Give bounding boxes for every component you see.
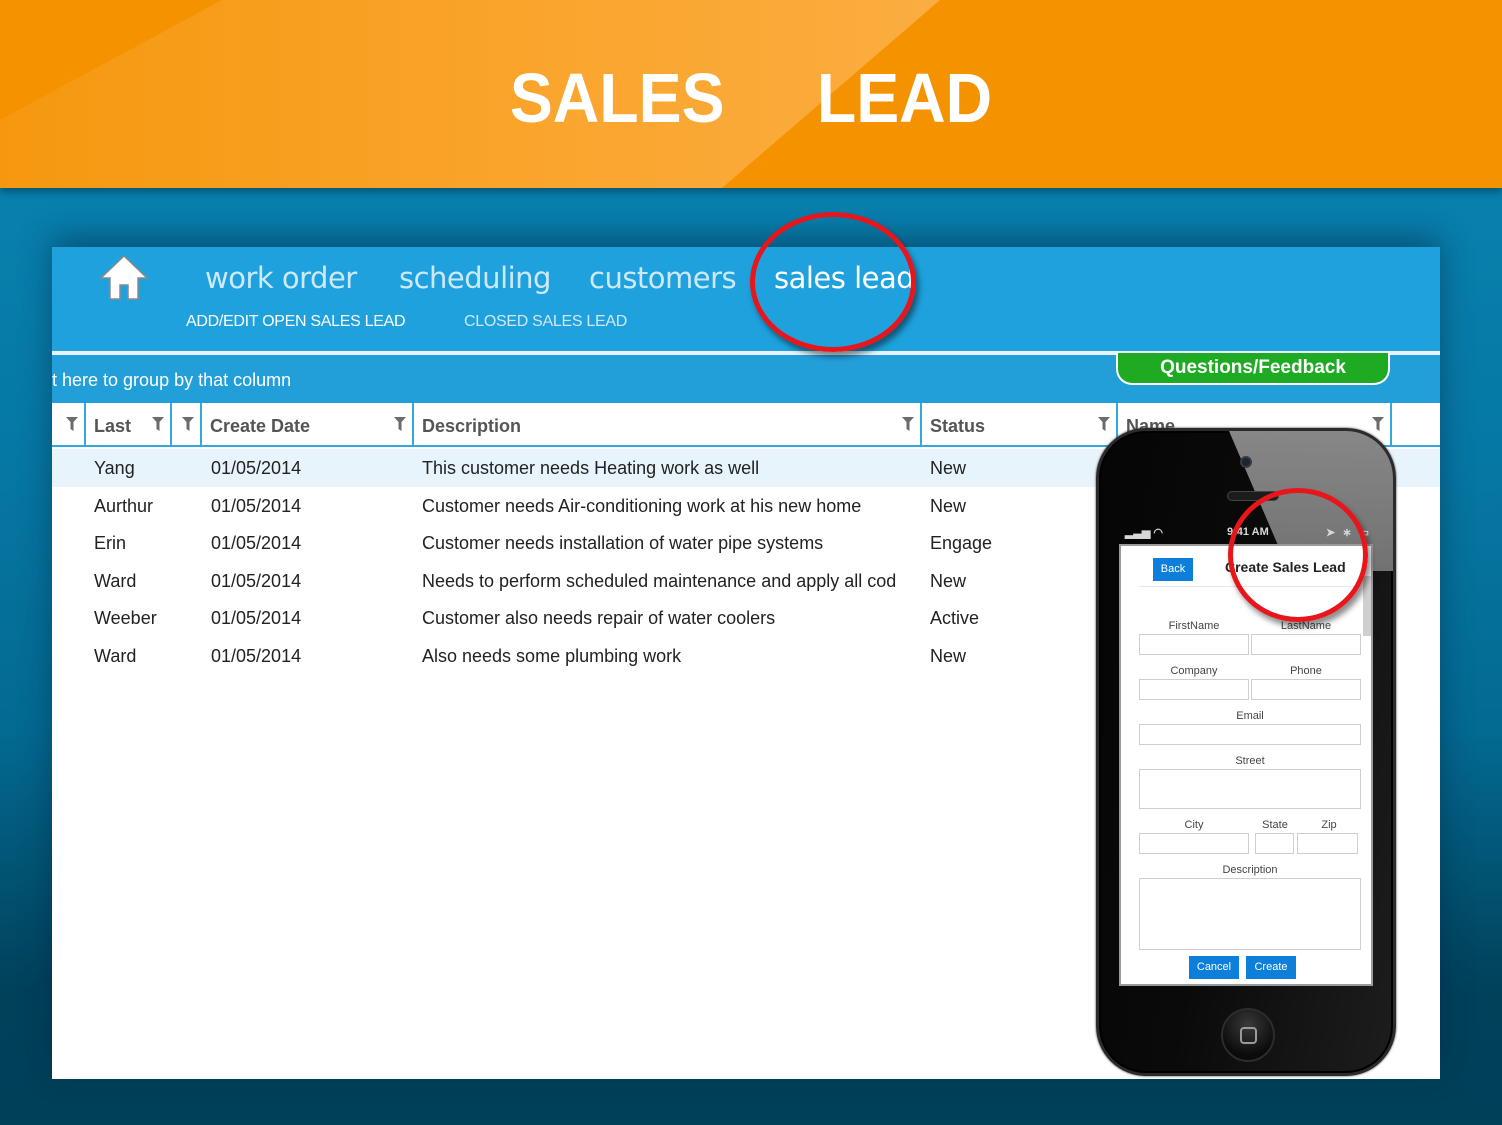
signal-wifi-icon: ▂▃▅ ◠: [1125, 527, 1164, 539]
description-label: Description: [1222, 864, 1278, 876]
cell-last: Erin: [94, 533, 127, 554]
street-label: Street: [1235, 755, 1265, 767]
state-label: State: [1262, 819, 1288, 831]
filter-icon[interactable]: [394, 417, 406, 431]
cell-status: Active: [930, 608, 980, 629]
status-time: 9:41 AM: [1227, 526, 1269, 538]
first-name-field[interactable]: [1139, 634, 1249, 655]
group-by-hint: t here to group by that column: [52, 370, 292, 390]
form-scrollbar[interactable]: [1363, 576, 1371, 636]
email-label: Email: [1236, 710, 1264, 722]
subnav-add-edit-open-sales-lead[interactable]: ADD/EDIT OPEN SALES LEAD: [186, 313, 406, 331]
cell-status: New: [930, 646, 967, 666]
first-name-label: FirstName: [1168, 620, 1220, 632]
cell-create-date: 01/05/2014: [211, 458, 302, 478]
filter-icon[interactable]: [66, 417, 78, 431]
zip-field[interactable]: [1297, 833, 1358, 854]
form-title: Create Sales Lead: [1225, 559, 1346, 575]
cell-last: Weeber: [94, 608, 157, 629]
cell-status: New: [930, 495, 967, 516]
phone-mockup: ▂▃▅ ◠ 9:41 AM ➤ ∗ ▭ Back Create Sales Le…: [1096, 428, 1396, 1076]
filter-icon[interactable]: [182, 417, 194, 431]
filter-icon[interactable]: [152, 417, 164, 431]
cell-last: Ward: [94, 646, 137, 666]
phone-field[interactable]: [1251, 679, 1361, 700]
nav-sales-lead[interactable]: sales lead: [774, 261, 915, 295]
title-banner: SALES LEAD: [0, 0, 1502, 188]
street-field[interactable]: [1139, 769, 1361, 809]
home-button[interactable]: [98, 253, 150, 301]
city-label: City: [1184, 819, 1204, 831]
description-field[interactable]: [1139, 878, 1361, 950]
column-header-description[interactable]: Description: [414, 403, 922, 447]
phone-label: Phone: [1290, 665, 1322, 677]
cell-status: Engage: [930, 533, 993, 554]
city-field[interactable]: [1139, 833, 1249, 854]
form-divider: [1139, 586, 1359, 587]
column-label-last: Last: [94, 416, 132, 436]
cell-description: This customer needs Heating work as well: [422, 458, 760, 478]
nav-scheduling[interactable]: scheduling: [399, 261, 551, 295]
cell-status: New: [930, 458, 967, 478]
column-header-0[interactable]: [52, 403, 86, 447]
back-button[interactable]: Back: [1153, 558, 1193, 581]
cell-description: Customer needs Air-conditioning work at …: [422, 495, 862, 516]
create-sales-lead-form: Back Create Sales Lead FirstName LastNam…: [1119, 544, 1373, 986]
nav-customers[interactable]: customers: [589, 261, 737, 295]
phone-status-bar: ▂▃▅ ◠ 9:41 AM ➤ ∗ ▭: [1119, 523, 1377, 543]
phone-speaker: [1227, 491, 1279, 501]
nav-work-order[interactable]: work order: [205, 261, 357, 295]
column-label-status: Status: [930, 416, 986, 436]
filter-icon[interactable]: [1372, 417, 1384, 431]
last-name-label: LastName: [1280, 620, 1332, 632]
filter-icon[interactable]: [1098, 417, 1110, 431]
column-header-create-date[interactable]: Create Date: [202, 403, 414, 447]
cell-create-date: 01/05/2014: [211, 608, 302, 629]
battery-icon: ➤ ∗ ▭: [1326, 527, 1371, 539]
cell-last: Ward: [94, 570, 137, 591]
column-header-2[interactable]: [172, 403, 202, 447]
cell-status: New: [930, 570, 967, 591]
column-header-status[interactable]: Status: [922, 403, 1118, 447]
cell-description: Customer also needs repair of water cool…: [422, 608, 776, 629]
phone-camera: [1240, 456, 1252, 468]
home-square-icon: [1240, 1027, 1257, 1044]
top-nav: work order scheduling customers sales le…: [52, 247, 1440, 351]
cell-create-date: 01/05/2014: [211, 646, 302, 666]
subnav-closed-sales-lead[interactable]: CLOSED SALES LEAD: [464, 313, 627, 331]
phone-home-button[interactable]: [1221, 1008, 1275, 1062]
cell-create-date: 01/05/2014: [211, 495, 302, 516]
create-button[interactable]: Create: [1246, 956, 1296, 979]
banner-title: SALES LEAD: [509, 59, 993, 137]
column-label-description: Description: [422, 416, 522, 436]
state-field[interactable]: [1255, 833, 1294, 854]
cell-last: Yang: [94, 458, 135, 478]
cancel-button[interactable]: Cancel: [1189, 956, 1239, 979]
company-label: Company: [1170, 665, 1218, 677]
cell-description: Needs to perform scheduled maintenance a…: [422, 570, 897, 591]
column-label-create-date: Create Date: [210, 416, 311, 436]
cell-description: Also needs some plumbing work: [422, 646, 682, 666]
cell-last: Aurthur: [94, 495, 154, 516]
last-name-field[interactable]: [1251, 634, 1361, 655]
company-field[interactable]: [1139, 679, 1249, 700]
column-header-last[interactable]: Last: [86, 403, 172, 447]
questions-feedback-button[interactable]: Questions/Feedback: [1116, 353, 1390, 385]
filter-icon[interactable]: [902, 417, 914, 431]
cell-create-date: 01/05/2014: [211, 533, 302, 554]
zip-label: Zip: [1321, 819, 1337, 831]
home-icon: [99, 254, 149, 300]
email-field[interactable]: [1139, 724, 1361, 745]
cell-create-date: 01/05/2014: [211, 570, 302, 591]
cell-description: Customer needs installation of water pip…: [422, 533, 824, 554]
